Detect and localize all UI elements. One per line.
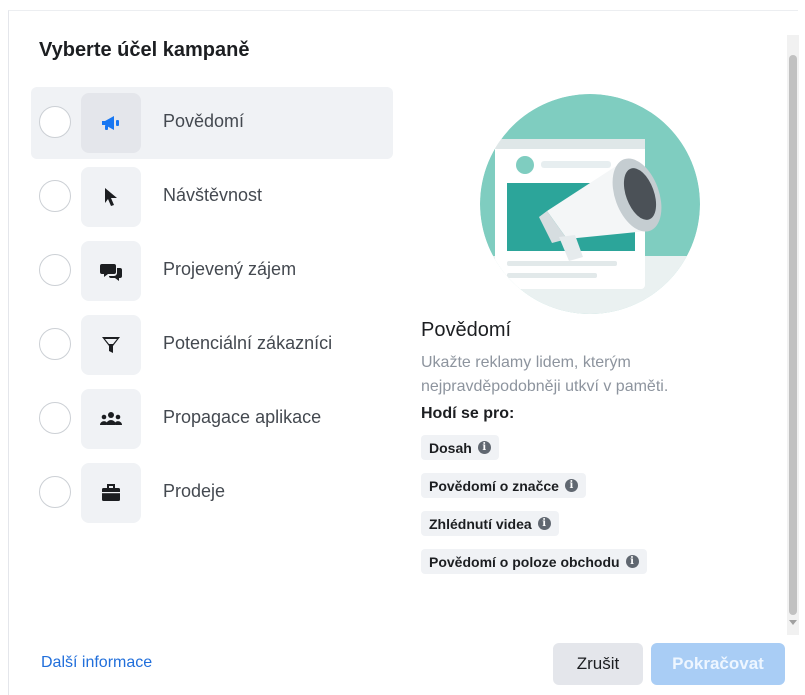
objective-list: Povědomí Návštěvnost Projevený zájem Pot… xyxy=(31,87,393,531)
continue-button[interactable]: Pokračovat xyxy=(651,643,785,685)
campaign-objective-dialog: Vyberte účel kampaně Povědomí Návštěvnos… xyxy=(8,10,799,695)
radio-button[interactable] xyxy=(39,180,71,212)
objective-option-app-promotion[interactable]: Propagace aplikace xyxy=(31,383,393,455)
info-icon[interactable]: i xyxy=(625,555,639,568)
objective-label: Návštěvnost xyxy=(163,185,263,205)
objective-label: Projevený zájem xyxy=(163,259,297,279)
tag-reach: Dosah i xyxy=(421,435,499,460)
tag-label: Zhlédnutí videa xyxy=(429,515,532,532)
scrollbar[interactable] xyxy=(787,35,799,635)
briefcase-icon xyxy=(81,463,141,523)
radio-button[interactable] xyxy=(39,106,71,138)
tag-label: Povědomí o poloze obchodu xyxy=(429,553,620,570)
objective-option-traffic[interactable]: Návštěvnost xyxy=(31,161,393,233)
objective-label: Prodeje xyxy=(163,481,226,501)
objective-option-engagement[interactable]: Projevený zájem xyxy=(31,235,393,307)
objective-option-leads[interactable]: Potenciální zákazníci xyxy=(31,309,393,381)
radio-button[interactable] xyxy=(39,476,71,508)
tag-store-location-awareness: Povědomí o poloze obchodu i xyxy=(421,549,647,574)
dialog-title: Vyberte účel kampaně xyxy=(39,39,250,61)
radio-button[interactable] xyxy=(39,402,71,434)
objective-option-sales[interactable]: Prodeje xyxy=(31,457,393,529)
megaphone-icon xyxy=(81,93,141,153)
radio-button[interactable] xyxy=(39,254,71,286)
detail-title: Povědomí xyxy=(421,319,512,341)
suited-tags: Dosah i Povědomí o značce i Zhlédnutí vide… xyxy=(421,435,647,587)
objective-option-awareness[interactable]: Povědomí xyxy=(31,87,393,159)
detail-description: Ukažte reklamy lidem, kterým nejpravděpo… xyxy=(421,354,669,395)
tag-label: Povědomí o značce xyxy=(429,477,559,494)
more-info-link[interactable]: Další informace xyxy=(41,654,152,672)
scroll-down-icon[interactable] xyxy=(789,620,797,625)
objective-label: Propagace aplikace xyxy=(163,407,322,427)
funnel-icon xyxy=(81,315,141,375)
tag-video-views: Zhlédnutí videa i xyxy=(421,511,559,536)
chat-bubbles-icon xyxy=(81,241,141,301)
radio-button[interactable] xyxy=(39,328,71,360)
info-icon[interactable]: i xyxy=(537,517,551,530)
megaphone-illustration xyxy=(480,94,700,314)
people-icon xyxy=(81,389,141,449)
scrollbar-thumb[interactable] xyxy=(789,55,797,615)
objective-label: Potenciální zákazníci xyxy=(163,333,333,353)
tag-label: Dosah xyxy=(429,439,472,456)
suited-for-label: Hodí se pro: xyxy=(421,405,515,422)
objective-label: Povědomí xyxy=(163,111,245,131)
info-icon[interactable]: i xyxy=(564,479,578,492)
tag-brand-awareness: Povědomí o značce i xyxy=(421,473,586,498)
cursor-icon xyxy=(81,167,141,227)
cancel-button[interactable]: Zrušit xyxy=(553,643,643,685)
info-icon[interactable]: i xyxy=(477,441,491,454)
